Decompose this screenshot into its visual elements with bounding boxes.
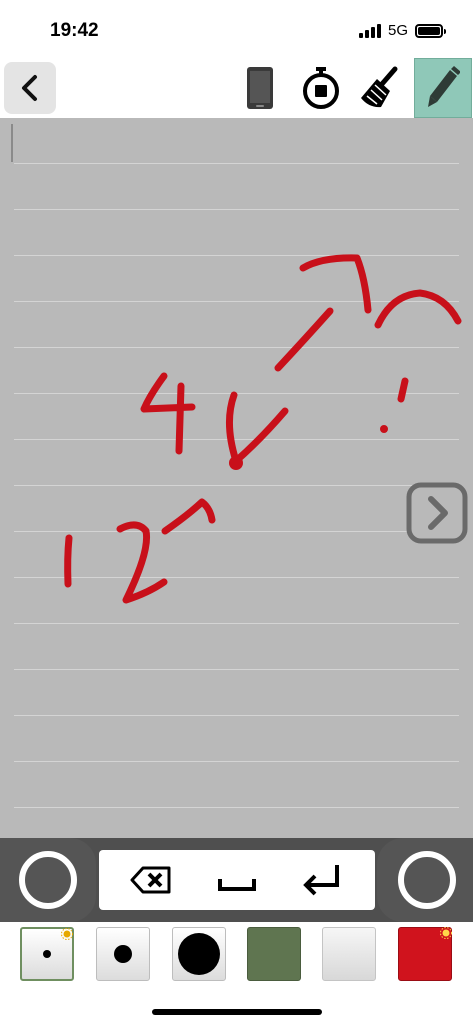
right-ring-button[interactable]: [398, 851, 456, 909]
toolbar: [0, 58, 473, 118]
pen-dot: [114, 945, 132, 963]
broom-icon: [361, 66, 398, 108]
ink-dot: [229, 456, 243, 470]
ink-stroke: [274, 307, 334, 372]
chevron-left-icon: [22, 75, 37, 101]
stopwatch-icon: [303, 67, 339, 109]
space-icon: [218, 879, 256, 891]
status-time: 19:42: [50, 20, 99, 41]
ink-stroke: [64, 534, 73, 588]
network-label: 5G: [387, 22, 408, 39]
enter-key[interactable]: [292, 856, 352, 904]
battery-icon: [415, 23, 446, 38]
handwriting-ink: [64, 254, 462, 604]
pen-size-large-swatch[interactable]: [172, 927, 226, 981]
sun-icon: [440, 927, 452, 939]
input-bar: [0, 838, 473, 922]
home-indicator: [152, 1009, 322, 1015]
handwriting-canvas[interactable]: [0, 118, 473, 838]
ink-dot: [380, 425, 388, 433]
color-swatch-red[interactable]: [398, 927, 452, 981]
pen-dot: [43, 950, 51, 958]
pen-button[interactable]: [414, 58, 472, 118]
pen-size-medium-swatch[interactable]: [96, 927, 150, 981]
signal-icon: [358, 23, 381, 38]
ink-stroke: [225, 391, 289, 465]
pencil-icon: [428, 66, 460, 107]
ink-stroke: [397, 377, 409, 403]
key-panel: [99, 850, 375, 910]
color-swatch-green[interactable]: [247, 927, 301, 981]
backspace-icon: [130, 866, 171, 894]
pen-size-small-swatch[interactable]: [20, 927, 74, 981]
back-button[interactable]: [4, 62, 56, 114]
status-indicators: 5G: [358, 22, 446, 39]
sun-icon: [61, 928, 73, 940]
ink-stroke: [374, 289, 462, 329]
ink-stroke: [116, 521, 168, 604]
backspace-key[interactable]: [121, 856, 181, 904]
right-pad: [377, 838, 473, 922]
clear-button[interactable]: [356, 64, 404, 112]
pen-dot: [178, 933, 220, 975]
return-icon: [303, 865, 339, 896]
ink-stroke: [140, 372, 196, 455]
next-page-button[interactable]: [406, 482, 468, 544]
color-swatch-white[interactable]: [322, 927, 376, 981]
phone-icon: [247, 67, 273, 109]
status-bar: 19:42 5G: [0, 0, 473, 58]
space-key[interactable]: [207, 856, 267, 904]
device-button[interactable]: [236, 64, 284, 112]
left-pad: [0, 838, 96, 922]
timer-button[interactable]: [297, 64, 345, 112]
chevron-right-icon: [406, 482, 468, 544]
ink-stroke: [161, 498, 216, 535]
pen-palette: [0, 922, 473, 992]
ink-stroke: [299, 254, 372, 314]
left-ring-button[interactable]: [19, 851, 77, 909]
